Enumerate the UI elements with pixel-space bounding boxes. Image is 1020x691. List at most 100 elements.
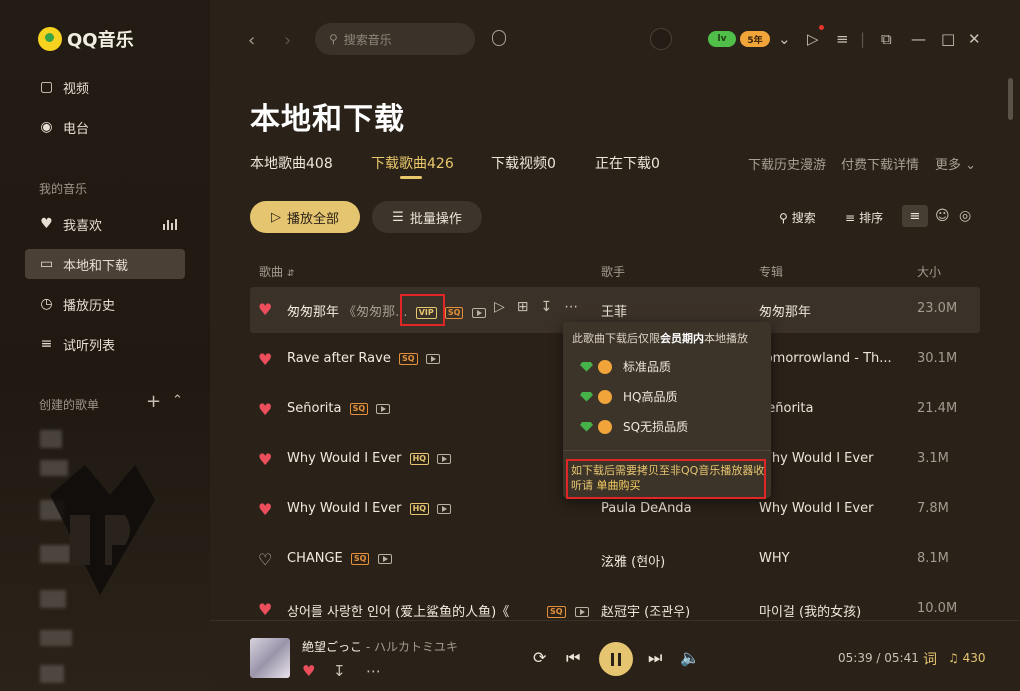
album-view-icon[interactable]: ◎ (959, 208, 971, 224)
playlist-thumb-blurred[interactable] (40, 630, 72, 646)
column-song[interactable]: 歌曲 ⇵ (259, 263, 294, 280)
heart-outline-icon[interactable]: ♡ (258, 550, 272, 569)
quality-option-standard[interactable]: 标准品质 (580, 358, 671, 375)
app-logo[interactable]: QQ音乐 (38, 26, 134, 52)
song-album[interactable]: WHY (759, 551, 899, 566)
sidebar-item-favorites[interactable]: ♥ 我喜欢 (25, 209, 185, 239)
search-box[interactable]: ⚲ 搜索音乐 (315, 23, 475, 55)
playlist-thumb-blurred[interactable] (40, 430, 62, 448)
sidebar-item-local-download[interactable]: ▭ 本地和下载 (25, 249, 185, 279)
collapse-chevron-icon[interactable]: ⌃ (172, 393, 183, 408)
search-tool-button[interactable]: ⚲ 搜索 (779, 209, 816, 226)
previous-icon[interactable]: ⏮ (566, 648, 580, 668)
now-playing-title[interactable]: 絶望ごっこ - ハルカトミユキ (302, 638, 458, 655)
song-title[interactable]: Why Would I Ever HQ (287, 501, 452, 516)
heart-icon[interactable]: ♥ (258, 500, 272, 519)
repeat-icon[interactable]: ⟳ (533, 648, 546, 667)
song-artist[interactable]: 赵冠宇 (조관우) (601, 601, 690, 620)
voice-search-icon[interactable] (492, 30, 506, 46)
list-view-icon[interactable]: ≡ (902, 205, 928, 227)
song-artist[interactable]: 泫雅 (현아) (601, 551, 665, 570)
song-artist[interactable]: Paula DeAnda (601, 501, 692, 516)
tab-downloaded-videos[interactable]: 下载视频0 (491, 153, 556, 173)
sidebar-item-history[interactable]: ◷ 播放历史 (25, 289, 185, 319)
video-icon: ▢ (39, 79, 54, 95)
lyrics-button[interactable]: 词 (923, 649, 937, 669)
more-options-icon[interactable]: ⋯ (564, 299, 578, 315)
song-title[interactable]: CHANGE SQ (287, 551, 392, 566)
menu-icon[interactable]: ≡ (836, 30, 849, 48)
maximize-icon[interactable]: □ (941, 30, 955, 48)
album-cover[interactable] (250, 638, 290, 678)
tab-downloaded-songs[interactable]: 下载歌曲426 (371, 153, 454, 173)
mv-icon[interactable] (437, 453, 452, 464)
forward-arrow-icon[interactable]: › (284, 30, 291, 51)
paid-download-details-link[interactable]: 付费下载详情 (841, 154, 919, 173)
song-title[interactable]: Why Would I Ever HQ (287, 451, 452, 466)
mv-icon[interactable] (574, 606, 589, 617)
song-title[interactable]: Rave after Rave SQ (287, 351, 440, 366)
mini-mode-icon[interactable]: ⧉ (881, 30, 892, 48)
playlist-button[interactable]: ♫ 430 (948, 651, 986, 665)
skin-shirt-icon[interactable]: ▷ (807, 30, 819, 48)
year-vip-badge[interactable]: 5年 (740, 31, 770, 47)
chevron-down-icon[interactable]: ⌄ (778, 30, 791, 48)
scrollbar[interactable] (1008, 78, 1013, 120)
green-vip-icon (580, 361, 593, 372)
back-arrow-icon[interactable]: ‹ (248, 30, 255, 51)
minimize-icon[interactable]: — (911, 30, 926, 48)
download-history-link[interactable]: 下载历史漫游 (748, 154, 826, 173)
tab-local-songs[interactable]: 本地歌曲408 (250, 153, 333, 173)
heart-icon[interactable]: ♥ (258, 300, 272, 319)
batch-operations-button[interactable]: ☰ 批量操作 (372, 201, 482, 233)
more-menu[interactable]: 更多 ⌄ (935, 154, 976, 173)
heart-icon[interactable]: ♥ (258, 400, 272, 419)
table-row[interactable]: ♥ 상어를 사랑한 인어 (爱上鲨鱼的人鱼)《 SQ 赵冠宇 (조관우) 마이걸… (250, 587, 980, 620)
song-title[interactable]: Señorita SQ (287, 401, 391, 416)
add-playlist-icon[interactable]: + (146, 391, 161, 412)
sidebar-item-trial-list[interactable]: ≡ 试听列表 (25, 329, 185, 359)
green-vip-badge[interactable]: lv (708, 31, 736, 47)
popup-title-pre: 此歌曲下载后仅限 (572, 332, 660, 345)
heart-icon[interactable]: ♥ (302, 662, 315, 680)
sidebar-item-video[interactable]: ▢ 视频 (25, 72, 185, 102)
mv-icon[interactable] (377, 553, 392, 564)
quality-option-sq[interactable]: SQ无损品质 (580, 418, 688, 435)
mv-icon[interactable] (437, 503, 452, 514)
song-album[interactable]: Why Would I Ever (759, 451, 899, 466)
song-badges: SQ (543, 601, 589, 620)
heart-icon[interactable]: ♥ (258, 450, 272, 469)
song-title[interactable]: 상어를 사랑한 인어 (爱上鲨鱼的人鱼)《 (287, 601, 509, 620)
more-options-icon[interactable]: ⋯ (366, 662, 381, 680)
avatar[interactable] (650, 28, 672, 50)
song-title[interactable]: 匆匆那年 《匆匆那... VIP SQ (287, 301, 486, 320)
song-album[interactable]: 마이걸 (我的女孩) (759, 601, 899, 620)
add-to-icon[interactable]: ⊞ (517, 299, 529, 315)
close-icon[interactable]: ✕ (968, 30, 981, 48)
tab-downloading[interactable]: 正在下载0 (595, 153, 660, 173)
artist-view-icon[interactable]: ☺ (935, 208, 950, 224)
song-artist[interactable]: 王菲 (601, 301, 627, 320)
song-album[interactable]: 匆匆那年 (759, 301, 899, 320)
sidebar-item-radio[interactable]: ◉ 电台 (25, 112, 185, 142)
download-icon[interactable]: ↧ (333, 662, 346, 680)
song-album[interactable]: Tomorrowland - Th... (759, 351, 899, 366)
table-row[interactable]: ♡ CHANGE SQ 泫雅 (현아) WHY 8.1M (250, 537, 980, 583)
playlist-thumb-blurred[interactable] (40, 665, 64, 683)
heart-icon[interactable]: ♥ (258, 350, 272, 369)
mv-icon[interactable] (376, 403, 391, 414)
play-all-button[interactable]: ▷ 播放全部 (250, 201, 360, 233)
song-album[interactable]: Why Would I Ever (759, 501, 899, 516)
download-icon[interactable]: ↧ (541, 299, 553, 315)
mv-icon[interactable] (471, 307, 486, 318)
volume-icon[interactable]: 🔈 (680, 648, 700, 667)
pause-button[interactable] (599, 642, 633, 676)
sort-tool-button[interactable]: ≡ 排序 (845, 209, 883, 226)
quality-badge: SQ (398, 352, 418, 365)
quality-option-hq[interactable]: HQ高品质 (580, 388, 677, 405)
song-album[interactable]: Señorita (759, 401, 899, 416)
mv-icon[interactable] (425, 353, 440, 364)
heart-icon[interactable]: ♥ (258, 600, 272, 619)
play-icon[interactable]: ▷ (494, 299, 505, 315)
next-icon[interactable]: ⏭ (648, 648, 662, 668)
